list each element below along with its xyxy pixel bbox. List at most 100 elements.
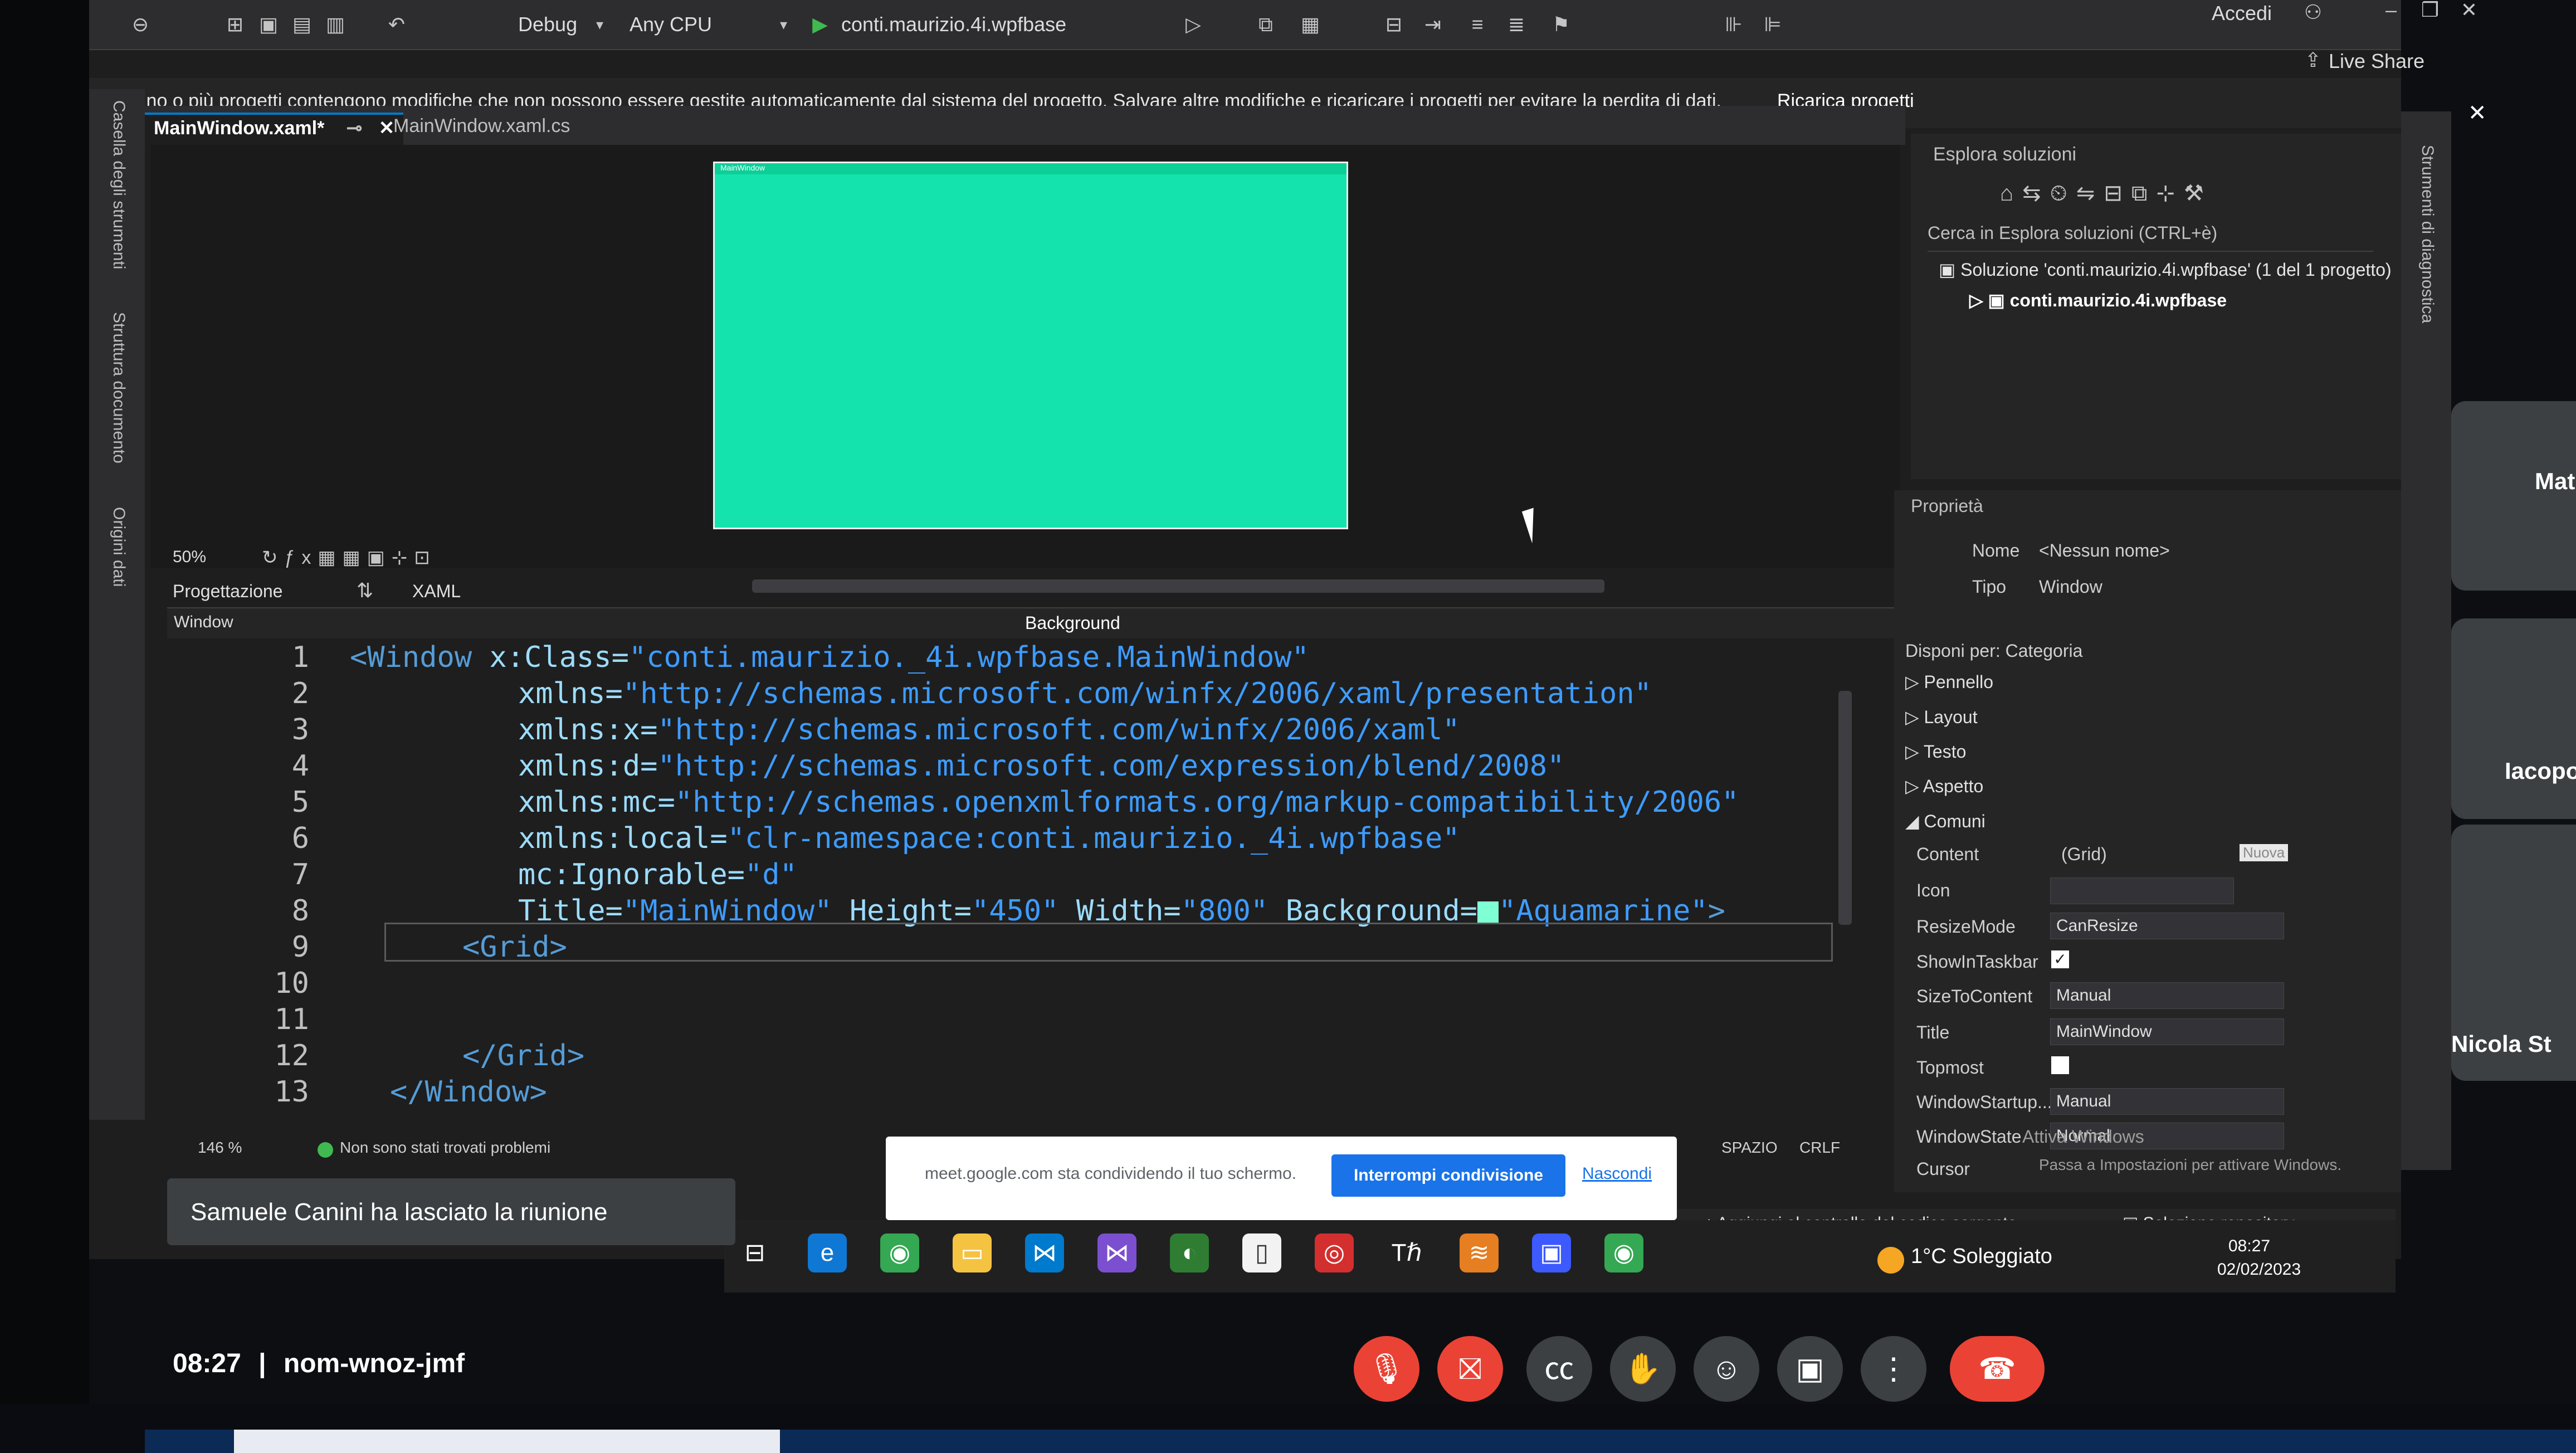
solution-root-item[interactable]: ▣ Soluzione 'conti.maurizio.4i.wpfbase' …	[1939, 259, 2392, 280]
raise-hand-icon[interactable]: ✋	[1610, 1336, 1676, 1402]
document-outline-tab[interactable]: Struttura documento	[109, 312, 128, 464]
app-icon[interactable]: ◐	[1170, 1233, 1209, 1272]
indent-mode[interactable]: SPAZIO	[1721, 1139, 1778, 1157]
participant-tile[interactable]: Mat	[2451, 401, 2576, 591]
file-explorer-icon[interactable]: ▭	[953, 1233, 992, 1272]
app-icon[interactable]: ▣	[1532, 1233, 1571, 1272]
new-content-button[interactable]: Nuova	[2240, 844, 2289, 861]
category-layout[interactable]: ▷ Layout	[1905, 706, 1978, 728]
indent-icon[interactable]: ⇥	[1421, 12, 1445, 37]
zoom-dropdown[interactable]: 50%	[173, 548, 206, 567]
sign-in-link[interactable]: Accedi	[2212, 0, 2272, 27]
align-icon[interactable]: ⊟	[1382, 12, 1406, 37]
solution-explorer: Esplora soluzioni ⌂⇆⏲⇋⊟⧉⊹⚒ Cerca in Espl…	[1911, 134, 2412, 479]
close-icon[interactable]: ✕	[2457, 0, 2481, 22]
diagnostic-tools-tab[interactable]: Strumenti di diagnostica	[2418, 145, 2437, 323]
host-search-box[interactable]	[234, 1430, 780, 1453]
line-number: 4	[291, 749, 309, 783]
category-pennello[interactable]: ▷ Pennello	[1905, 671, 1993, 693]
notepad-icon[interactable]: ▯	[1242, 1233, 1281, 1272]
data-sources-tab[interactable]: Origini dati	[109, 507, 128, 587]
config-dropdown[interactable]: Debug	[518, 11, 577, 38]
solution-toolbar[interactable]: ⌂⇆⏲⇋⊟⧉⊹⚒	[2000, 181, 2213, 206]
hide-link[interactable]: Nascondi	[1582, 1164, 1652, 1183]
app-icon[interactable]: Tℏ	[1387, 1233, 1426, 1272]
leave-call-icon[interactable]: ☎	[1950, 1336, 2045, 1402]
sizetocontent-dropdown[interactable]: Manual	[2050, 982, 2284, 1009]
solution-search-input[interactable]: Cerca in Esplora soluzioni (CTRL+è)	[1928, 223, 2373, 252]
browser-link-icon[interactable]: ⧉	[1253, 12, 1278, 37]
platform-dropdown[interactable]: Any CPU	[630, 11, 712, 38]
stop-sharing-button[interactable]: Interrompi condivisione	[1331, 1154, 1565, 1197]
startup-project-button[interactable]: conti.maurizio.4i.wpfbase	[841, 11, 1066, 38]
tab-xaml[interactable]: XAML	[412, 581, 461, 602]
resizemode-dropdown[interactable]: CanResize	[2050, 913, 2284, 939]
uncomment-icon[interactable]: ≣	[1504, 12, 1529, 37]
category-testo[interactable]: ▷ Testo	[1905, 741, 1966, 762]
save-all-icon[interactable]: ▥	[323, 12, 348, 37]
undo-icon[interactable]: ↶	[384, 12, 409, 37]
toolbox-tab[interactable]: Casella degli strumenti	[109, 100, 128, 269]
mic-off-icon[interactable]: 🎙	[1354, 1336, 1419, 1402]
element-dropdown[interactable]: Window	[174, 613, 233, 632]
color-swatch[interactable]	[1477, 901, 1499, 923]
zoom-level[interactable]: 146 %	[198, 1139, 242, 1157]
problems-status[interactable]: Non sono stati trovati problemi	[340, 1139, 550, 1157]
tree-label: Soluzione 'conti.maurizio.4i.wpfbase' (1…	[1960, 260, 2392, 280]
comment-icon[interactable]: ≡	[1465, 12, 1490, 37]
captions-icon[interactable]: ㏄	[1526, 1336, 1592, 1402]
tab-mainwindow-xaml-cs[interactable]: MainWindow.xaml.cs	[384, 113, 579, 143]
open-folder-icon[interactable]: ▣	[256, 12, 281, 37]
vertical-scrollbar[interactable]	[1838, 691, 1852, 925]
close-icon[interactable]: ✕	[2468, 100, 2487, 126]
camera-off-icon[interactable]: ⛝	[1437, 1336, 1503, 1402]
vscode-icon[interactable]: ⋈	[1025, 1233, 1064, 1272]
tab-mainwindow-xaml[interactable]: MainWindow.xaml* ⊸ ✕	[145, 113, 404, 145]
weather-widget[interactable]: 1°C Soleggiato	[1911, 1245, 2052, 1269]
run-without-debug-icon[interactable]: ▷	[1181, 12, 1206, 37]
play-icon[interactable]: ▶	[808, 12, 832, 37]
title-input[interactable]: MainWindow	[2050, 1018, 2284, 1045]
task-view-icon[interactable]: ⊟	[735, 1233, 774, 1272]
tray-date[interactable]: 02/02/2023	[2217, 1260, 2301, 1279]
category-aspetto[interactable]: ▷ Aspetto	[1905, 776, 1983, 797]
emoji-icon[interactable]: ☺	[1694, 1336, 1759, 1402]
member-dropdown[interactable]: Background	[1025, 613, 1120, 633]
designer-buttons[interactable]: ↻ƒx▦▦▣⊹⊡	[262, 547, 437, 569]
participant-tile[interactable]: Iacopo	[2451, 618, 2576, 819]
tab-design[interactable]: Progettazione	[173, 581, 282, 602]
xaml-editor[interactable]: 1 2 3 4 5 6 7 8 9 10 11 12 13 <Window x:…	[167, 641, 1883, 1142]
pin-icon[interactable]: ⊸	[347, 118, 363, 139]
edge-icon[interactable]: e	[808, 1233, 847, 1272]
save-icon[interactable]: ▤	[290, 12, 314, 37]
window-preview[interactable]: MainWindow	[713, 162, 1348, 529]
grid-layout-icon[interactable]: ⊪	[1721, 12, 1746, 37]
minimize-icon[interactable]: –	[2379, 0, 2403, 22]
distribute-icon[interactable]: ⊫	[1760, 12, 1785, 37]
windowstartup-dropdown[interactable]: Manual	[2050, 1088, 2284, 1115]
icon-dropdown[interactable]	[2050, 877, 2234, 904]
app-icon[interactable]: ◎	[1315, 1233, 1354, 1272]
account-icon[interactable]: ⚇	[2301, 0, 2325, 25]
back-icon[interactable]: ⊖	[128, 12, 153, 37]
tray-time[interactable]: 08:27	[2228, 1237, 2270, 1256]
project-item[interactable]: ▷ ▣ conti.maurizio.4i.wpfbase	[1969, 290, 2227, 311]
maximize-icon[interactable]: ❐	[2418, 0, 2442, 22]
arrange-by-dropdown[interactable]: Disponi per: Categoria	[1905, 641, 2082, 661]
topmost-checkbox[interactable]	[2051, 1056, 2069, 1074]
more-options-icon[interactable]: ⋮	[1861, 1336, 1926, 1402]
chrome-icon[interactable]: ◉	[1604, 1233, 1643, 1272]
app-icon[interactable]: ≋	[1460, 1233, 1499, 1272]
new-project-icon[interactable]: ⊞	[223, 12, 247, 37]
present-screen-icon[interactable]: ▣	[1777, 1336, 1843, 1402]
layout-icon[interactable]: ▦	[1298, 12, 1323, 37]
bookmark-icon[interactable]: ⚑	[1549, 12, 1573, 37]
category-comuni[interactable]: ◢ Comuni	[1905, 811, 1985, 832]
visual-studio-icon[interactable]: ⋈	[1097, 1233, 1136, 1272]
swap-panes-icon[interactable]: ⇅	[357, 579, 373, 602]
chrome-icon[interactable]: ◉	[880, 1233, 919, 1272]
showintaskbar-checkbox[interactable]: ✓	[2051, 950, 2069, 968]
participant-tile[interactable]: Nicola St	[2451, 825, 2576, 1081]
line-ending[interactable]: CRLF	[1799, 1139, 1840, 1157]
name-value[interactable]: <Nessun nome>	[2039, 540, 2170, 561]
